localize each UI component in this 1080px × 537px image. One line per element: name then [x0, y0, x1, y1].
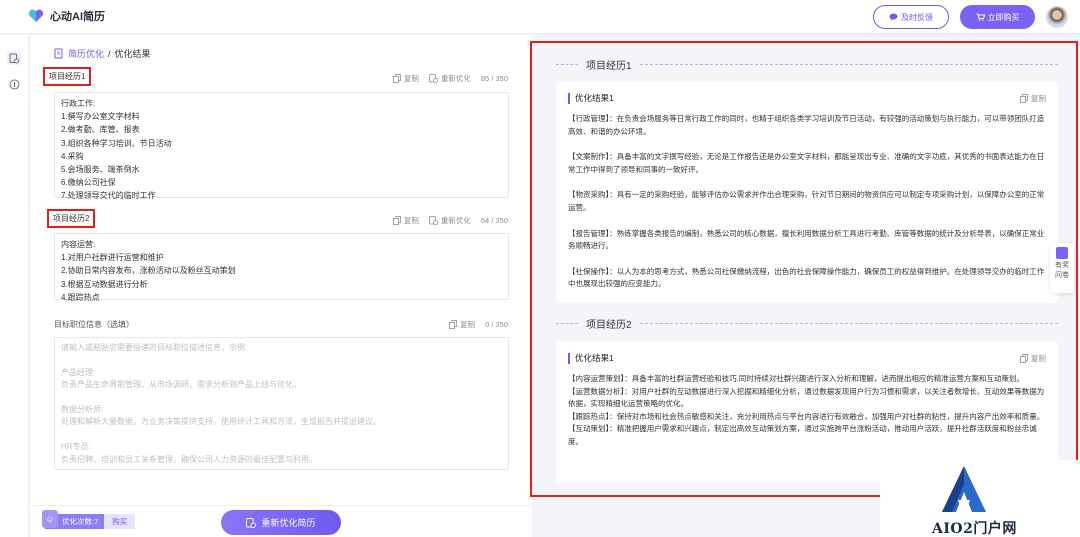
buy-now-button[interactable]: 立即购买	[960, 5, 1035, 29]
back-doc-icon[interactable]	[54, 48, 64, 59]
section-label-1: 项目经历1	[43, 67, 92, 86]
result-paragraph: 【行政管理】：在负责会场服务等日常行政工作的同时，也精于组织各类学习培训及节日活…	[568, 114, 1045, 136]
copy-icon	[1020, 93, 1028, 103]
watermark: AIO2门户网	[880, 460, 1080, 537]
reoptimize-button-2[interactable]: 重新优化	[428, 215, 471, 226]
text-line: 7.处理领导交代的临时工作	[61, 191, 156, 201]
breadcrumb-current: 优化结果	[114, 49, 151, 59]
survey-float-button[interactable]: 有奖 问卷	[1050, 243, 1074, 293]
result-card-title-2: 优化结果1	[568, 352, 614, 364]
copy-button-2[interactable]: 复制	[392, 215, 419, 226]
result-paragraph: 【内容运营策划】：具备丰富的社群运营经验和技巧,同时持续对社群兴趣进行深入分析和…	[568, 374, 1024, 383]
text-line: 行政工作:	[61, 99, 96, 108]
text-line: 6.缴纳公司社保	[61, 178, 116, 188]
placeholder-line: 处理和解析大量数据，为业务决策提供支持。使用统计工具和方法，生成报告并提出建议。	[61, 417, 381, 427]
buy-label: 立即购买	[987, 12, 1020, 22]
user-avatar[interactable]	[1046, 6, 1068, 28]
copy-result-button-1[interactable]: 复制	[1020, 93, 1046, 104]
edit-panel: 简历优化 / 优化结果 项目经历1 复制 重新优化 85 / 350 行政工作:…	[30, 35, 532, 505]
refresh-doc-icon	[246, 517, 257, 528]
result-heading-1: 项目经历1	[556, 57, 1058, 72]
left-rail	[0, 35, 29, 537]
result-card-1: 优化结果1 复制 【行政管理】：在负责会场服务等日常行政工作的同时，也精于组织各…	[556, 81, 1058, 303]
text-line: 5.会场服务、端茶倒水	[61, 165, 140, 175]
target-textarea[interactable]: 请输入或粘贴您需要投递的目标职位描述信息，示例: 产品经理: 负责产品生命周期管…	[54, 337, 509, 470]
refresh-doc-icon	[428, 216, 438, 225]
feedback-button[interactable]: 及时反馈	[873, 5, 949, 29]
text-line: 1.撰写办公室文字材料	[61, 112, 140, 122]
section-textarea-1[interactable]: 行政工作: 1.撰写办公室文字材料 2.做考勤、库管、报表 3.组织各种学习培训…	[54, 92, 509, 200]
copy-icon	[392, 216, 401, 225]
placeholder-line: 数据分析师:	[61, 404, 104, 414]
section-tools-2: 复制 重新优化 64 / 350	[392, 215, 508, 226]
text-line: 1.对用户社群进行运营和维护	[61, 253, 164, 263]
app-logo[interactable]: 心动AI简历	[28, 8, 105, 24]
result-paragraph: 【报告管理】：熟练掌握各类报告的编制，熟悉公司的核心数据，擅长利用数据分析工具进…	[568, 228, 1045, 251]
copy-icon	[449, 320, 457, 329]
result-card-title-1: 优化结果1	[568, 92, 614, 104]
placeholder-line: 负责招聘、培训和员工关系管理，确保公司人力资源的最佳配置与利用。	[61, 454, 317, 464]
char-count-1: 85 / 350	[480, 74, 508, 83]
copy-button-1[interactable]: 复制	[392, 73, 419, 84]
cart-icon	[976, 13, 985, 21]
text-line: 内容运营:	[61, 240, 96, 249]
placeholder-line: 请输入或粘贴您需要投递的目标职位描述信息，示例:	[61, 343, 248, 352]
result-paragraph: 【运营数据分析】：对用户社群的互动数据进行深入挖掘和精细化分析，通过数据发现用户…	[568, 386, 1045, 409]
result-paragraph: 【互动策划】：精准把握用户需求和兴趣点，制定出高效互动策划方案，通过实施跨平台涨…	[568, 424, 1037, 446]
reoptimize-button-1[interactable]: 重新优化	[428, 73, 471, 84]
copy-icon	[1020, 353, 1028, 363]
copy-result-button-2[interactable]: 复制	[1020, 353, 1046, 364]
placeholder-line: 产品经理:	[61, 367, 96, 377]
result-paragraph: 【文案制作】：具备丰富的文字撰写经验，无论是工作报告还是办公室文字材料，都能呈现…	[568, 152, 1045, 174]
breadcrumb-link[interactable]: 简历优化	[68, 47, 104, 60]
result-heading-2: 项目经历2	[556, 316, 1058, 331]
result-paragraph: 【物资采购】：具有一定的采购经验，能够评估办公需求并作出合理采购，针对节日期间的…	[568, 190, 1045, 212]
info-icon[interactable]	[7, 77, 21, 91]
resume-icon[interactable]	[7, 51, 21, 65]
breadcrumb-separator: /	[108, 48, 111, 59]
bottom-bar: ☺ 优化次数:7 购买 重新优化简历	[30, 505, 532, 537]
text-line: 4.跟踪热点	[61, 292, 100, 302]
text-line: 3.根据互动数据进行分析	[61, 279, 148, 289]
quota-icon: ☺	[42, 509, 58, 528]
text-line: 2.协助日常内容发布，涨粉活动以及粉丝互动策划	[61, 266, 236, 276]
copy-icon	[392, 74, 401, 83]
reoptimize-resume-button[interactable]: 重新优化简历	[221, 510, 341, 535]
section-label-2: 项目经历2	[47, 209, 96, 228]
top-bar: 心动AI简历 及时反馈 立即购买	[0, 0, 1080, 34]
section-tools-1: 复制 重新优化 85 / 350	[392, 73, 508, 84]
result-paragraph: 【跟踪热点】：保持对市场和社会热点敏感和关注，充分利用热点与平台内容进行有效融合…	[568, 411, 1045, 421]
reoptimize-resume-label: 重新优化简历	[261, 518, 316, 528]
quota-count: ☺ 优化次数:7	[42, 509, 105, 529]
copy-button-target[interactable]: 复制	[449, 319, 475, 330]
text-line: 4.采购	[61, 151, 84, 161]
target-label: 目标职位信息（选填）	[54, 320, 134, 329]
text-line: 3.组织各种学习培训、节日活动	[61, 138, 172, 148]
refresh-doc-icon	[428, 74, 438, 83]
feedback-label: 及时反馈	[901, 12, 933, 22]
watermark-text: AIO2门户网	[932, 521, 1017, 537]
survey-icon	[1056, 247, 1068, 259]
app-name: 心动AI简历	[50, 11, 105, 23]
chat-icon	[889, 13, 898, 21]
result-panel: 项目经历1 优化结果1 复制 【行政管理】：在负责会场服务等日常行政工作的同时，…	[530, 41, 1078, 497]
watermark-logo-icon	[942, 466, 986, 512]
result-paragraph: 【社保操作】：以人为本的思考方式，熟悉公司社保缴纳流程，出色的社会保障操作能力，…	[568, 266, 1045, 289]
quota-badge: ☺ 优化次数:7 购买	[42, 509, 136, 529]
char-count-target: 0 / 350	[485, 320, 508, 329]
quota-buy-link[interactable]: 购买	[104, 513, 136, 529]
target-tools: 复制 0 / 350	[449, 319, 508, 330]
char-count-2: 64 / 350	[480, 216, 508, 225]
text-line: 2.做考勤、库管、报表	[61, 125, 140, 135]
placeholder-line: HR专员:	[61, 441, 91, 451]
breadcrumb: 简历优化 / 优化结果	[54, 47, 151, 60]
placeholder-line: 负责产品生命周期管理、从市场调研、需求分析到产品上线与优化。	[61, 380, 301, 390]
heart-logo-icon	[28, 9, 44, 23]
section-textarea-2[interactable]: 内容运营: 1.对用户社群进行运营和维护 2.协助日常内容发布，涨粉活动以及粉丝…	[54, 233, 509, 302]
